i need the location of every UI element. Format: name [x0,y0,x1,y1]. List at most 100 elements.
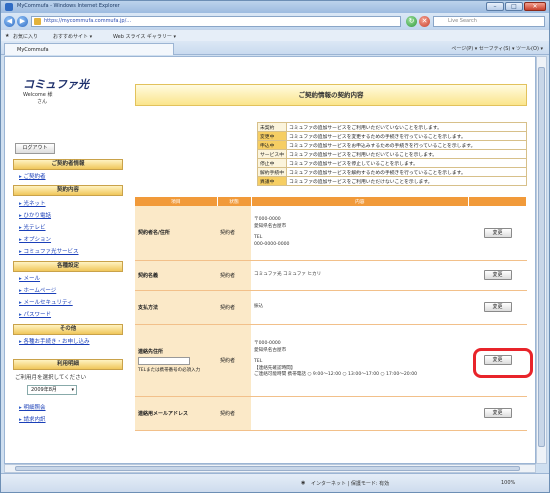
legend-key: 未契約 [257,122,287,132]
zone-text: インターネット | 保護モード: 有効 [311,481,390,487]
row-value [251,396,469,431]
column-header: 内容 [251,197,469,206]
sidebar-link[interactable]: 請求内訳 [19,417,46,424]
row-value: 〒000-0000 愛知県名古屋市 TEL 【連絡先確認時間】 ご連絡可能時間 … [251,324,469,397]
legend-key: 異議中 [257,176,287,186]
row-label-text: 連絡先住所 [138,348,164,355]
legend-row: 停止中 コミュファの追加サービスを停止していることを示します。 [257,158,527,168]
favorites-item[interactable]: Web スライス ギャラリー ▾ [113,33,176,40]
search-input[interactable]: Live Search [433,16,545,27]
forward-icon[interactable]: ▶ [17,16,28,27]
favorites-item[interactable]: おすすめサイト ▾ [53,33,92,40]
title-bar: MyCommufa - Windows Internet Explorer – … [1,1,549,13]
ie-icon [5,3,13,11]
table-row: 支払方法 契約者 振込 変更 [135,290,527,325]
period-select-value: 2009年8月 [31,387,57,393]
sidebar-link[interactable]: 各種お手続き・お申し込み [19,339,90,346]
globe-icon: ◉ [301,480,306,486]
legend-key: 停止中 [257,158,287,168]
row-label: 契約者名/住所 [135,206,217,261]
legend-key: 解約手続中 [257,167,287,177]
table-row: 契約名義 契約者 コミュファ光 コミュファ ヒカリ 変更 [135,260,527,291]
legend-row: 未契約 コミュファの追加サービスをご利用いただいていないことを示します。 [257,122,527,132]
row-status: 契約者 [217,260,251,291]
column-header: 項目 [135,197,218,206]
address-bar-row: ◀ ▶ https://mycommufa.commufa.jp/... ↻ ✕… [1,13,549,29]
change-button[interactable]: 変更 [483,227,512,238]
legend-key: 変更中 [257,131,287,141]
logout-button[interactable]: ログアウト [15,143,55,154]
search-placeholder: Live Search [448,18,477,24]
back-icon[interactable]: ◀ [4,16,15,27]
change-button-payment[interactable]: 変更 [483,302,512,312]
zoom-level[interactable]: 100% [501,480,515,486]
address-input[interactable]: https://mycommufa.commufa.jp/... [31,16,401,27]
welcome-line: Welcome 様 [23,92,53,98]
address-text: https://mycommufa.commufa.jp/... [44,18,132,24]
horizontal-scrollbar[interactable] [4,464,536,473]
legend-desc: コミュファの追加サービスをご利用いただけないことを示します。 [286,176,527,186]
sidebar-link[interactable]: 明細照会 [19,405,46,412]
row-value: コミュファ光 コミュファ ヒカリ [251,260,469,291]
sidebar-link[interactable]: メール [19,276,41,283]
legend-desc: コミュファの追加サービスをご利用いただいていないことを示します。 [286,122,527,132]
sidebar-heading: その他 [13,324,123,335]
row-value: 〒000-0000 愛知県名古屋市 TEL 000-0000-0000 [251,206,469,261]
sidebar-link[interactable]: ご契約者 [19,174,46,181]
change-button[interactable]: 変更 [483,408,512,418]
sidebar-link[interactable]: パスワード [19,312,52,319]
sidebar-link[interactable]: オプション [19,237,52,244]
row-status: 契約者 [217,324,251,397]
sidebar-link[interactable]: コミュファ光サービス [19,249,79,256]
row-status: 契約者 [217,206,251,261]
table-header: 項目 状態 内容 [135,197,527,206]
page-title: ご契約情報の契約内容 [135,84,527,106]
command-bar[interactable]: ページ(P) ▾ セーフティ(S) ▾ ツール(O) ▾ [451,45,543,52]
table-row: 契約者名/住所 契約者 〒000-0000 愛知県名古屋市 TEL 000-00… [135,206,527,261]
row-action: 変更 [468,396,527,431]
legend-desc: コミュファの追加サービスを停止していることを示します。 [286,158,527,168]
legend-key: サービス中 [257,149,287,159]
favorites-item[interactable]: お気に入り [13,33,38,40]
minimize-button[interactable]: – [486,2,504,11]
period-prompt: ご利用月を選択してください [15,375,87,381]
sidebar-link[interactable]: 光ネット [19,201,46,208]
scroll-thumb[interactable] [538,67,545,447]
change-button[interactable]: 変更 [483,270,512,280]
maximize-button[interactable]: □ [505,2,523,11]
close-button[interactable]: ✕ [524,2,546,11]
column-header [468,197,527,206]
row-label: 連絡用メールアドレス [135,396,217,431]
refresh-icon[interactable]: ↻ [406,16,417,27]
column-header: 状態 [217,197,252,206]
sidebar-link[interactable]: ひかり電話 [19,213,52,220]
browser-window: MyCommufa - Windows Internet Explorer – … [0,0,550,493]
sidebar-heading: ご契約者情報 [13,159,123,170]
stop-icon[interactable]: ✕ [419,16,430,27]
table-row: 連絡用メールアドレス 契約者 変更 [135,396,527,431]
period-select[interactable]: 2009年8月 [27,385,77,395]
welcome-text: Welcome 様 さん [23,92,52,106]
contract-table: 項目 状態 内容 契約者名/住所 契約者 〒000-0000 愛知県名古屋市 T… [135,197,527,431]
legend-row: 解約手続中 コミュファの追加サービスを解約するための手続きを行っていることを示しま… [257,167,527,177]
row-action: 変更 [468,260,527,291]
value-line: 000-0000-0000 [254,241,290,247]
row-value: 振込 [251,290,469,325]
vertical-scrollbar[interactable] [536,56,547,464]
sidebar-link[interactable]: ホームページ [19,288,57,295]
row-label: 連絡先住所 TELまたは携帯番号の必須入力 [135,324,217,397]
legend-row: サービス中 コミュファの追加サービスをご利用いただいていることを示します。 [257,149,527,159]
row-label: 支払方法 [135,290,217,325]
lock-icon [34,18,41,25]
sidebar-link[interactable]: メールセキュリティ [19,300,73,307]
tab-mycommufa[interactable]: MyCommufa [4,43,174,55]
row-status: 契約者 [217,396,251,431]
favorites-bar: ★ お気に入り おすすめサイト ▾ Web スライス ギャラリー ▾ [1,29,549,41]
scroll-thumb[interactable] [15,466,520,471]
legend-key: 申込中 [257,140,287,150]
sidebar-link[interactable]: 光テレビ [19,225,46,232]
page-content: コミュファ光 Welcome 様 さん ログアウト ご契約者情報 ご契約者 契約… [4,56,536,464]
welcome-line: さん [37,99,48,105]
contact-type-select[interactable] [138,356,190,365]
favorites-star-icon: ★ [5,33,10,39]
